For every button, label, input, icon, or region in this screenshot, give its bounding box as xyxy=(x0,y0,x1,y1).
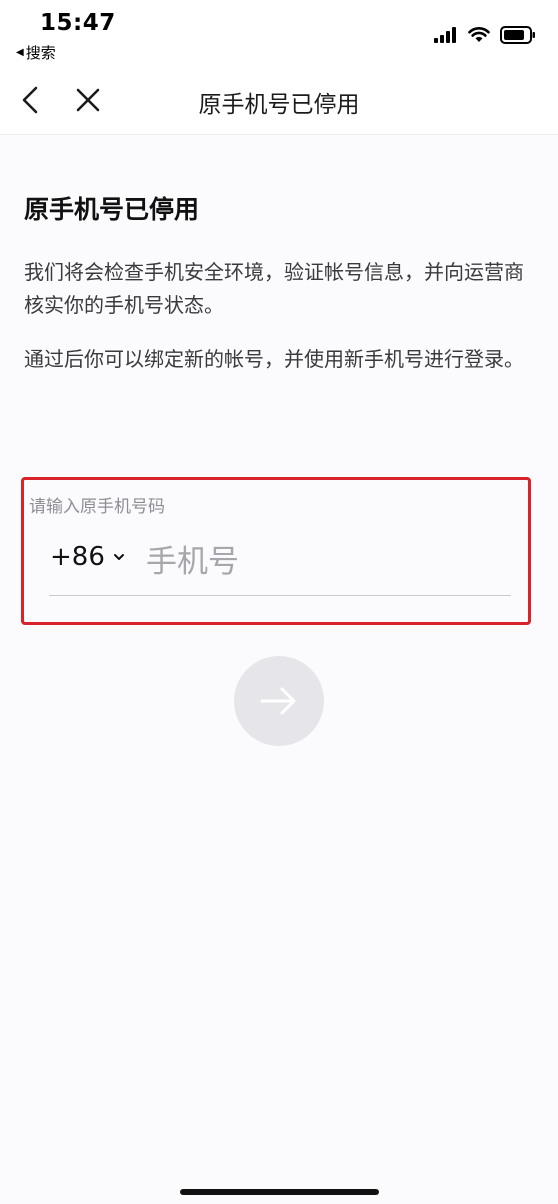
description-paragraph-2: 通过后你可以绑定新的帐号，并使用新手机号进行登录。 xyxy=(24,347,524,371)
arrow-right-icon xyxy=(260,687,296,715)
status-time: 15:47 xyxy=(40,10,116,36)
input-underline xyxy=(49,595,511,596)
back-to-app-label: 搜索 xyxy=(25,44,56,62)
status-icons xyxy=(434,26,536,44)
phone-number-input[interactable] xyxy=(146,534,506,590)
status-bar: 15:47 ◀ 搜索 xyxy=(0,0,558,68)
country-code-selector[interactable]: +86 xyxy=(50,542,125,572)
home-indicator xyxy=(180,1189,379,1195)
next-button[interactable] xyxy=(234,656,324,746)
back-to-app-link[interactable]: ◀ 搜索 xyxy=(16,42,56,63)
cellular-signal-icon xyxy=(434,27,456,43)
battery-icon xyxy=(500,26,535,44)
description-paragraph-1: 我们将会检查手机安全环境，验证帐号信息，并向运营商核实你的手机号状态。 xyxy=(24,260,524,317)
wifi-icon xyxy=(468,27,490,42)
nav-bar: 原手机号已停用 xyxy=(0,68,558,135)
phone-hint-label: 请输入原手机号码 xyxy=(29,497,165,517)
back-triangle-icon: ◀ xyxy=(16,47,24,58)
page-title: 原手机号已停用 xyxy=(24,195,200,224)
phone-number-form: 请输入原手机号码 +86 xyxy=(21,477,531,625)
country-code-value: +86 xyxy=(50,542,105,572)
chevron-down-icon xyxy=(113,554,124,560)
nav-title: 原手机号已停用 xyxy=(198,92,360,118)
